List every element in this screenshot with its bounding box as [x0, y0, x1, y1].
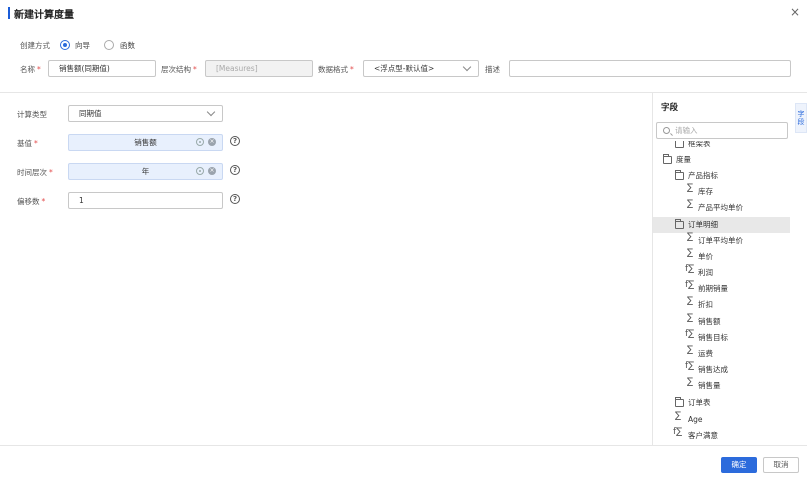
tree-item-product-avg-price[interactable]: ∑ 产品平均单价: [653, 200, 790, 216]
radio-wizard[interactable]: [60, 40, 70, 50]
fields-search-input[interactable]: [675, 125, 783, 136]
time-level-help-icon[interactable]: ?: [230, 165, 240, 175]
base-value-text: 销售额: [134, 138, 157, 147]
chevron-down-icon: [462, 62, 472, 72]
calc-measure-icon: f∑: [685, 280, 695, 290]
footer-divider: [0, 445, 807, 446]
tree-item-sales-target[interactable]: f∑ 销售目标: [653, 330, 790, 346]
chevron-down-icon: [206, 107, 216, 117]
calc-measure-icon: f∑: [685, 329, 695, 339]
base-value-chip[interactable]: 销售额 ×: [68, 134, 223, 151]
sigma-icon: ∑: [687, 232, 694, 242]
time-level-label: 时间层次 *: [17, 168, 53, 177]
dialog-title: 新建计算度量: [14, 10, 74, 21]
tree-item-order-avg-price[interactable]: ∑ 订单平均单价: [653, 233, 790, 249]
ok-button[interactable]: 确定: [721, 457, 757, 473]
tree-item-freight[interactable]: ∑ 运费: [653, 346, 790, 362]
sigma-icon: ∑: [687, 296, 694, 306]
tree-item-unit-price[interactable]: ∑ 单价: [653, 249, 790, 265]
tree-item-framework[interactable]: 框架表: [653, 141, 790, 152]
folder-icon: [675, 141, 684, 148]
locate-icon[interactable]: [196, 138, 204, 146]
top-divider: [0, 92, 807, 93]
tree-item-sales-volume[interactable]: ∑ 销售量: [653, 378, 790, 394]
sigma-icon: ∑: [687, 377, 694, 387]
tree-item-profit[interactable]: f∑ 利润: [653, 265, 790, 281]
search-icon: [663, 127, 670, 134]
format-select-value: <浮点型-默认值>: [374, 64, 435, 73]
base-help-icon[interactable]: ?: [230, 136, 240, 146]
calc-type-value: 同期值: [79, 109, 102, 118]
hierarchy-label: 层次结构 *: [161, 65, 197, 74]
tree-item-age[interactable]: ∑ Age: [653, 412, 790, 428]
format-label: 数据格式 *: [318, 65, 354, 74]
tree-item-customer-satisfaction[interactable]: f∑ 客户满意: [653, 427, 790, 440]
name-label: 名称 *: [20, 65, 41, 74]
sigma-icon: ∑: [687, 313, 694, 323]
sigma-icon: ∑: [675, 411, 682, 421]
sigma-icon: ∑: [687, 183, 694, 193]
hierarchy-input: [Measures]: [205, 60, 313, 77]
tree-item-order-detail[interactable]: 订单明细: [653, 217, 790, 233]
locate-icon[interactable]: [196, 167, 204, 175]
tree-item-inventory[interactable]: ∑ 库存: [653, 184, 790, 200]
offset-input[interactable]: 1: [68, 192, 223, 209]
folder-icon: [675, 397, 684, 407]
tree-item-measures[interactable]: 度量: [653, 152, 790, 168]
sigma-icon: ∑: [687, 199, 694, 209]
base-label: 基值 *: [17, 139, 38, 148]
offset-label: 偏移数 *: [17, 197, 46, 206]
time-level-text: 年: [141, 167, 150, 176]
fields-panel-title: 字段: [661, 103, 679, 113]
calc-measure-icon: f∑: [685, 264, 695, 274]
radio-function-label: 函数: [120, 41, 135, 50]
tree-item-sales-achievement[interactable]: f∑ 销售达成: [653, 362, 790, 378]
description-input[interactable]: [509, 60, 791, 77]
time-level-chip[interactable]: 年 ×: [68, 163, 223, 180]
title-accent-bar: [8, 7, 10, 19]
offset-help-icon[interactable]: ?: [230, 194, 240, 204]
folder-open-icon: [675, 170, 684, 180]
radio-function[interactable]: [104, 40, 114, 50]
name-input[interactable]: 销售额(同期值): [48, 60, 156, 77]
tree-item-discount[interactable]: ∑ 折扣: [653, 297, 790, 313]
dialog-header: 新建计算度量 ×: [0, 0, 807, 26]
fields-search[interactable]: [656, 122, 788, 139]
fields-tree: 框架表 度量 产品指标 ∑ 库存 ∑ 产品平均单价 订单明细 ∑ 订单平均单价 …: [653, 141, 790, 439]
format-select[interactable]: <浮点型-默认值>: [363, 60, 479, 77]
side-tab-fields[interactable]: 字段: [795, 103, 807, 133]
tree-item-sales-amount[interactable]: ∑ 销售额: [653, 314, 790, 330]
radio-wizard-label: 向导: [75, 41, 90, 50]
sigma-icon: ∑: [687, 248, 694, 258]
calc-type-label: 计算类型: [17, 110, 47, 119]
folder-open-icon: [675, 219, 684, 229]
clear-icon[interactable]: ×: [208, 167, 216, 175]
tree-item-prior-sales[interactable]: f∑ 前期销量: [653, 281, 790, 297]
tree-item-orders[interactable]: 订单表: [653, 395, 790, 411]
sigma-icon: ∑: [687, 345, 694, 355]
folder-open-icon: [663, 154, 672, 164]
cancel-button[interactable]: 取消: [763, 457, 799, 473]
new-calculated-measure-dialog: 新建计算度量 × 创建方式 向导 函数 名称 * 销售额(同期值) 层次结构 * […: [0, 0, 807, 480]
calc-measure-icon: f∑: [673, 427, 683, 437]
calc-type-select[interactable]: 同期值: [68, 105, 223, 122]
close-icon[interactable]: ×: [788, 4, 802, 20]
description-label: 描述: [485, 65, 500, 74]
create-mode-label: 创建方式: [20, 41, 50, 50]
tree-item-product-metrics[interactable]: 产品指标: [653, 168, 790, 184]
calc-measure-icon: f∑: [685, 361, 695, 371]
clear-icon[interactable]: ×: [208, 138, 216, 146]
